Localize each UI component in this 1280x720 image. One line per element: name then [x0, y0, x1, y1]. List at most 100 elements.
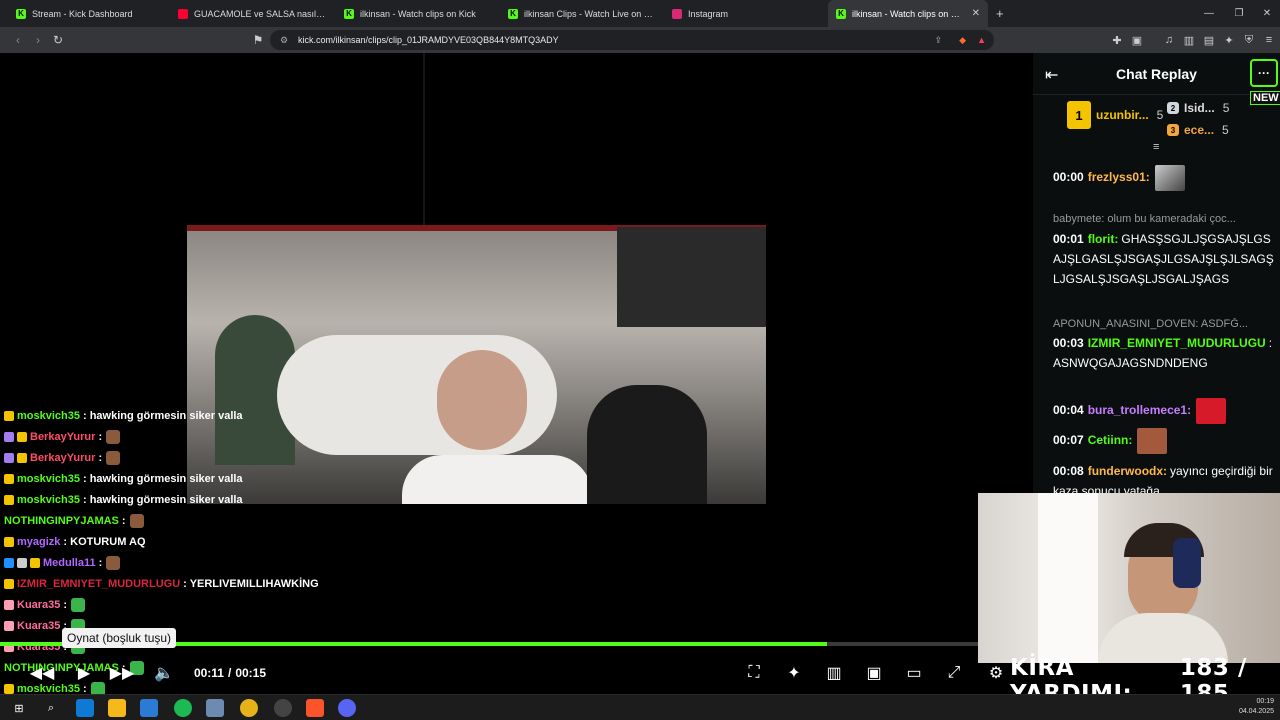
- stats-icon[interactable]: ▥: [822, 656, 846, 690]
- volume-icon[interactable]: 🔈: [152, 656, 176, 690]
- rank-badge-icon: 1: [1067, 101, 1091, 129]
- badge-icon: [4, 558, 14, 568]
- badge-icon: [4, 432, 14, 442]
- browser-tab[interactable]: K Stream - Kick Dashboard: [8, 0, 168, 27]
- tab-label: GUACAMOLE ve SALSA nasıl yapılır? ...: [194, 8, 327, 19]
- bookmark-icon[interactable]: ⚑: [250, 32, 266, 48]
- overlay-chat-line: NOTHINGINPYJAMAS:: [4, 512, 144, 530]
- message-timestamp: 00:01: [1053, 232, 1084, 246]
- badge-icon: [4, 579, 14, 589]
- obs-icon[interactable]: [274, 699, 292, 717]
- media-icon[interactable]: ♫: [1162, 33, 1176, 47]
- site-info-icon[interactable]: ⚙: [280, 35, 288, 46]
- message-username[interactable]: Cetiinn:: [1088, 433, 1133, 447]
- overlay-message: : KOTURUM AQ: [63, 536, 146, 548]
- reply-reference[interactable]: APONUN_ANASINI_DOVEN: ASDFĞ...: [1053, 318, 1275, 330]
- overlay-message: :: [98, 452, 103, 464]
- leaderboard-entry[interactable]: 3 ece... 5: [1167, 123, 1229, 137]
- leaderboard-count: 5: [1222, 101, 1230, 115]
- emote-icon: [1137, 428, 1168, 454]
- mail-icon[interactable]: [140, 699, 158, 717]
- clip-video-frame[interactable]: [187, 225, 766, 504]
- overlay-username: IZMIR_EMNIYET_MUDURLUGU: [17, 578, 181, 590]
- chrome-icon[interactable]: [240, 699, 258, 717]
- forward-icon[interactable]: ›: [30, 32, 46, 48]
- forward-button[interactable]: ▶▶: [110, 656, 135, 690]
- message-timestamp: 00:03: [1053, 336, 1084, 350]
- chat-message: 00:08 funderwoodx: yayıncı geçirdiği bir k…: [1053, 461, 1275, 493]
- play-button[interactable]: ▶: [72, 656, 96, 690]
- fullscreen-icon[interactable]: ⤢: [942, 656, 966, 690]
- search-icon[interactable]: ⌕: [42, 699, 60, 717]
- message-timestamp: 00:08: [1053, 464, 1084, 478]
- close-tab-icon[interactable]: ✕: [966, 8, 980, 19]
- browser-tab[interactable]: Instagram: [664, 0, 824, 27]
- overlay-username: BerkayYurur: [30, 452, 96, 464]
- discord-icon[interactable]: [338, 699, 356, 717]
- clock-time: 00:19: [1256, 698, 1274, 705]
- wallet-icon[interactable]: ▤: [1202, 33, 1216, 47]
- leaderboard-entry[interactable]: 1 uzunbir... 5: [1067, 101, 1163, 129]
- overlay-chat-line: moskvich35: hawking görmesin siker valla: [4, 407, 243, 425]
- rewards-icon[interactable]: ▲: [977, 35, 986, 45]
- badge-icon: [4, 600, 14, 610]
- chat-message: 00:04 bura_trollemece1:: [1053, 398, 1275, 424]
- minimize-icon[interactable]: —: [1194, 0, 1224, 27]
- message-username[interactable]: bura_trollemece1:: [1088, 403, 1191, 417]
- new-badge: NEW: [1250, 91, 1280, 105]
- message-username[interactable]: IZMIR_EMNIYET_MUDURLUGU: [1088, 336, 1266, 350]
- start-icon[interactable]: ⊞: [10, 699, 28, 717]
- new-tab-icon[interactable]: +: [996, 6, 1004, 21]
- spotify-icon[interactable]: [174, 699, 192, 717]
- leo-icon[interactable]: ✦: [1222, 33, 1236, 47]
- tab-label: Instagram: [688, 8, 729, 19]
- overlay-chat-line: IZMIR_EMNIYET_MUDURLUGU: YERLIVEMILLIHAW…: [4, 575, 319, 593]
- browser-tab[interactable]: Kilkinsan - Watch clips on Kick ✕: [828, 0, 988, 27]
- address-bar[interactable]: ⚙ kick.com/ilkinsan/clips/clip_01JRAMDYV…: [270, 30, 994, 50]
- vpn-icon[interactable]: ⛨: [1242, 33, 1256, 47]
- file-explorer-icon[interactable]: [108, 699, 126, 717]
- browser-tab[interactable]: Kilkinsan - Watch clips on Kick: [336, 0, 501, 27]
- extensions-icon[interactable]: ✚: [1110, 33, 1124, 47]
- system-clock: 00:19 04.04.2025: [1239, 697, 1274, 717]
- share-icon[interactable]: ⇪: [934, 35, 942, 46]
- expand-leaderboard-icon[interactable]: ≡: [1153, 141, 1159, 153]
- chat-options-button[interactable]: ···: [1250, 59, 1278, 87]
- kick-icon: K: [508, 8, 518, 19]
- leaderboard-entry[interactable]: 2 Isid... 5: [1167, 101, 1229, 115]
- streamer-webcam: [978, 493, 1280, 663]
- calculator-icon[interactable]: [206, 699, 224, 717]
- back-icon[interactable]: ‹: [10, 32, 26, 48]
- browser-tab-strip: K Stream - Kick Dashboard GUACAMOLE ve SAL…: [0, 0, 1280, 27]
- sparkle-icon[interactable]: ✦: [782, 656, 806, 690]
- badge-icon: [4, 495, 14, 505]
- overlay-username: moskvich35: [17, 410, 80, 422]
- close-window-icon[interactable]: ✕: [1252, 0, 1280, 27]
- browser-tab[interactable]: GUACAMOLE ve SALSA nasıl yapılır? ...: [170, 0, 335, 27]
- reload-icon[interactable]: ↻: [50, 32, 66, 48]
- brave-shield-icon[interactable]: ◆: [959, 35, 966, 46]
- browser-tab[interactable]: Kilkinsan Clips - Watch Live on Kick: [500, 0, 665, 27]
- sidebar-icon[interactable]: ▥: [1182, 33, 1196, 47]
- screenshot-icon[interactable]: ▣: [1130, 33, 1144, 47]
- time-separator: /: [227, 666, 232, 680]
- leaderboard-name: Isid...: [1184, 101, 1215, 115]
- reply-reference[interactable]: babymete: olum bu kameradaki çoc...: [1053, 213, 1275, 225]
- maximize-icon[interactable]: ❐: [1224, 0, 1254, 27]
- badge-icon: [17, 453, 27, 463]
- chat-replay-panel: ⇤ Chat Replay ··· NEW 1 uzunbir... 5 2 Isid.…: [1033, 53, 1280, 493]
- message-timestamp: 00:07: [1053, 433, 1084, 448]
- message-username[interactable]: funderwoodx:: [1088, 464, 1167, 478]
- url-text: kick.com/ilkinsan/clips/clip_01JRAMDYVE0…: [298, 35, 559, 45]
- theater-icon[interactable]: ▭: [902, 656, 926, 690]
- youtube-icon: [178, 8, 188, 19]
- brave-icon[interactable]: [306, 699, 324, 717]
- tab-label: ilkinsan - Watch clips on Kick: [360, 8, 476, 19]
- pip-icon[interactable]: ▣: [862, 656, 886, 690]
- rewind-icon[interactable]: ◀◀: [30, 656, 55, 690]
- menu-icon[interactable]: ≡: [1262, 33, 1276, 47]
- message-username[interactable]: florit:: [1088, 232, 1119, 246]
- edge-icon[interactable]: [76, 699, 94, 717]
- message-username[interactable]: frezlyss01:: [1088, 170, 1150, 184]
- clip-icon[interactable]: ⛶: [742, 656, 766, 690]
